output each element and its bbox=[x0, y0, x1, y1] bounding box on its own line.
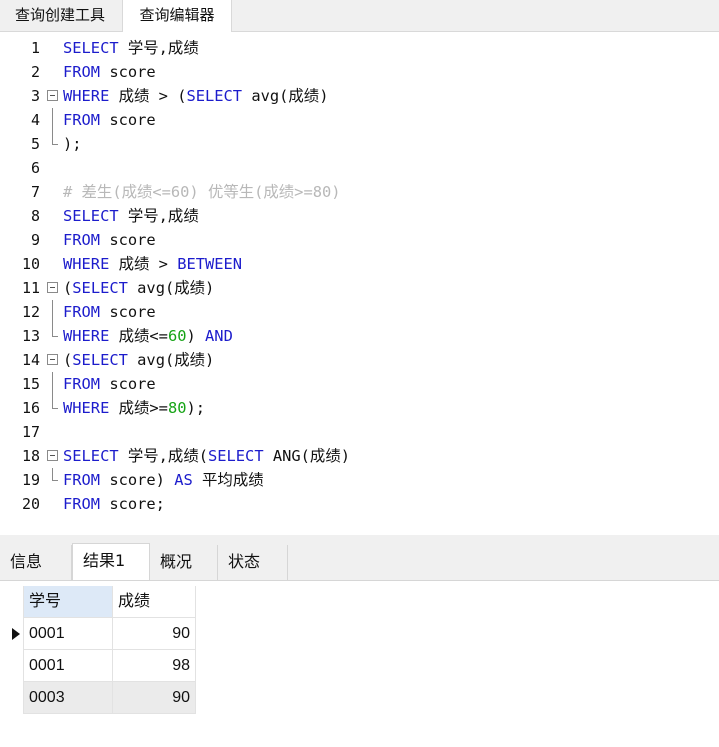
code-line: 6 bbox=[0, 156, 719, 180]
column-header-student-id[interactable]: 学号 bbox=[24, 586, 113, 618]
code-line: 9 FROM score bbox=[0, 228, 719, 252]
code-line: 18 SELECT 学号,成绩(SELECT ANG(成绩) bbox=[0, 444, 719, 468]
row-header bbox=[8, 586, 24, 618]
tab-query-builder[interactable]: 查询创建工具 bbox=[0, 0, 120, 32]
table-cell[interactable]: 90 bbox=[113, 682, 196, 714]
line-number: 5 bbox=[30, 135, 40, 153]
current-row-icon bbox=[12, 628, 20, 640]
line-number: 1 bbox=[30, 39, 40, 57]
line-number: 6 bbox=[30, 159, 40, 177]
row-header[interactable] bbox=[8, 618, 24, 650]
fold-end-guide bbox=[52, 132, 58, 145]
code-line: 11 (SELECT avg(成绩) bbox=[0, 276, 719, 300]
code-text: FROM score bbox=[63, 111, 156, 129]
code-line: 15 FROM score bbox=[0, 372, 719, 396]
fold-collapse-icon[interactable] bbox=[47, 282, 58, 293]
line-number: 8 bbox=[30, 207, 40, 225]
table-cell[interactable]: 0001 bbox=[24, 650, 113, 682]
row-header[interactable] bbox=[8, 682, 24, 714]
fold-guide bbox=[52, 108, 53, 132]
code-text: WHERE 成绩 > (SELECT avg(成绩) bbox=[63, 87, 329, 105]
code-line: 17 bbox=[0, 420, 719, 444]
code-line: 13 WHERE 成绩<=60) AND bbox=[0, 324, 719, 348]
code-line: 5 ); bbox=[0, 132, 719, 156]
table-cell[interactable]: 0001 bbox=[24, 618, 113, 650]
fold-guide bbox=[52, 372, 53, 396]
code-text: WHERE 成绩 > BETWEEN bbox=[63, 255, 243, 273]
sql-editor[interactable]: 1 SELECT 学号,成绩 2 FROM score 3 WHERE 成绩 >… bbox=[0, 32, 719, 535]
fold-collapse-icon[interactable] bbox=[47, 450, 58, 461]
line-number: 13 bbox=[21, 327, 40, 345]
fold-end-guide bbox=[52, 324, 58, 337]
code-line: 2 FROM score bbox=[0, 60, 719, 84]
code-line: 10 WHERE 成绩 > BETWEEN bbox=[0, 252, 719, 276]
line-number: 20 bbox=[21, 495, 40, 513]
tab-info[interactable]: 信息 bbox=[0, 545, 72, 581]
code-text: FROM score bbox=[63, 231, 156, 249]
code-text: FROM score bbox=[63, 303, 156, 321]
code-line: 19 FROM score) AS 平均成绩 bbox=[0, 468, 719, 492]
code-line: 14 (SELECT avg(成绩) bbox=[0, 348, 719, 372]
code-line: 4 FROM score bbox=[0, 108, 719, 132]
code-line: 12 FROM score bbox=[0, 300, 719, 324]
fold-end-guide bbox=[52, 468, 58, 481]
code-text: FROM score bbox=[63, 63, 156, 81]
line-number: 16 bbox=[21, 399, 40, 417]
line-number: 14 bbox=[21, 351, 40, 369]
code-text: FROM score bbox=[63, 375, 156, 393]
line-number: 18 bbox=[21, 447, 40, 465]
line-number: 15 bbox=[21, 375, 40, 393]
tab-status[interactable]: 状态 bbox=[218, 545, 288, 581]
tab-profile[interactable]: 概况 bbox=[150, 545, 218, 581]
line-number: 11 bbox=[21, 279, 40, 297]
code-line: 7 # 差生(成绩<=60) 优等生(成绩>=80) bbox=[0, 180, 719, 204]
top-tab-bar: 查询创建工具 查询编辑器 bbox=[0, 0, 719, 33]
fold-collapse-icon[interactable] bbox=[47, 90, 58, 101]
code-comment: # 差生(成绩<=60) 优等生(成绩>=80) bbox=[63, 183, 341, 201]
code-text: (SELECT avg(成绩) bbox=[63, 351, 215, 369]
watermark: 知乎 @澤坤 bbox=[587, 709, 689, 730]
code-line: 8 SELECT 学号,成绩 bbox=[0, 204, 719, 228]
line-number: 19 bbox=[21, 471, 40, 489]
line-number: 7 bbox=[30, 183, 40, 201]
code-text: SELECT 学号,成绩 bbox=[63, 207, 199, 225]
column-header-score[interactable]: 成绩 bbox=[113, 586, 196, 618]
code-line: 1 SELECT 学号,成绩 bbox=[0, 36, 719, 60]
code-text: WHERE 成绩>=80); bbox=[63, 399, 206, 417]
code-text: FROM score) AS 平均成绩 bbox=[63, 471, 264, 489]
fold-collapse-icon[interactable] bbox=[47, 354, 58, 365]
code-text: WHERE 成绩<=60) AND bbox=[63, 327, 233, 345]
line-number: 9 bbox=[30, 231, 40, 249]
row-header[interactable] bbox=[8, 650, 24, 682]
line-number: 17 bbox=[21, 423, 40, 441]
tab-query-editor[interactable]: 查询编辑器 bbox=[122, 0, 232, 33]
line-number: 12 bbox=[21, 303, 40, 321]
line-number: 2 bbox=[30, 63, 40, 81]
fold-guide bbox=[52, 300, 53, 324]
line-number: 4 bbox=[30, 111, 40, 129]
code-text: ); bbox=[63, 135, 82, 153]
code-line: 20 FROM score; bbox=[0, 492, 719, 516]
tab-result-1[interactable]: 结果1 bbox=[72, 543, 150, 581]
code-text: SELECT 学号,成绩(SELECT ANG(成绩) bbox=[63, 447, 350, 465]
code-text: FROM score; bbox=[63, 495, 165, 513]
table-cell[interactable]: 90 bbox=[113, 618, 196, 650]
code-text: (SELECT avg(成绩) bbox=[63, 279, 215, 297]
line-number: 3 bbox=[30, 87, 40, 105]
line-number: 10 bbox=[21, 255, 40, 273]
code-line: 16 WHERE 成绩>=80); bbox=[0, 396, 719, 420]
table-cell[interactable]: 0003 bbox=[24, 682, 113, 714]
fold-end-guide bbox=[52, 396, 58, 409]
table-cell[interactable]: 98 bbox=[113, 650, 196, 682]
code-text: SELECT 学号,成绩 bbox=[63, 39, 199, 57]
code-line: 3 WHERE 成绩 > (SELECT avg(成绩) bbox=[0, 84, 719, 108]
